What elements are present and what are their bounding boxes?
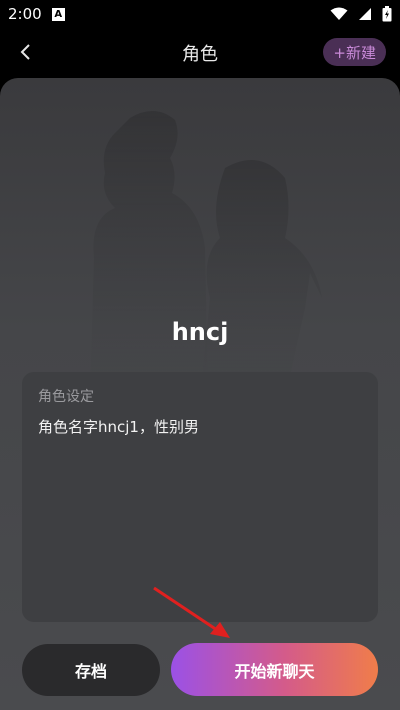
status-left: 2:00 A <box>8 5 65 23</box>
start-new-chat-button[interactable]: 开始新聊天 <box>171 643 378 696</box>
status-time: 2:00 <box>8 5 42 23</box>
save-button[interactable]: 存档 <box>22 644 160 696</box>
app-bar: 角色 +新建 <box>0 28 400 76</box>
annotation-arrow-icon <box>153 586 230 638</box>
wifi-icon <box>330 7 348 20</box>
character-silhouette-image <box>90 110 322 398</box>
character-name: hncj <box>171 318 229 346</box>
setting-label: 角色设定 <box>38 389 94 405</box>
new-character-button[interactable]: +新建 <box>323 38 386 66</box>
notification-icon: A <box>51 7 65 21</box>
status-bar: 2:00 A <box>0 0 400 28</box>
signal-icon <box>359 8 371 20</box>
status-right <box>330 6 392 22</box>
setting-value: 角色名字hncj1，性别男 <box>38 418 199 436</box>
battery-icon <box>382 6 392 22</box>
